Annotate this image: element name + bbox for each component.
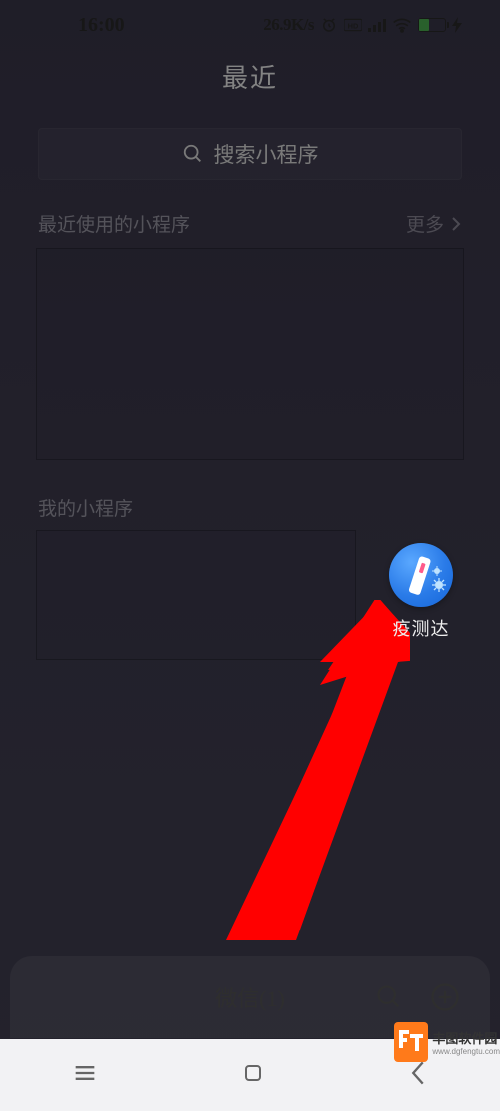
signal-icon (368, 18, 386, 32)
watermark: 丰图软件园 www.dgfengtu.com (394, 1013, 500, 1071)
mine-box (36, 530, 356, 660)
watermark-text: 丰图软件园 www.dgfengtu.com (432, 1028, 500, 1056)
alarm-icon (320, 16, 338, 34)
section-recent-label: 最近使用的小程序 (38, 210, 190, 237)
chevron-right-icon (450, 216, 462, 232)
bolt-icon (452, 17, 462, 33)
section-mine-header: 我的小程序 (38, 494, 462, 521)
more-link[interactable]: 更多 (406, 210, 462, 237)
watermark-brand: 丰图软件园 (432, 1028, 500, 1047)
status-right: 26.9K/s HD (263, 15, 462, 35)
nav-menu[interactable] (71, 1059, 99, 1092)
watermark-url: www.dgfengtu.com (432, 1047, 500, 1056)
svg-text:HD: HD (348, 21, 359, 30)
section-recent-header: 最近使用的小程序 更多 (38, 210, 462, 237)
mini-program-icon (389, 543, 453, 607)
square-icon (241, 1061, 265, 1085)
page-title: 最近 (0, 58, 500, 95)
search-label: 搜索小程序 (214, 139, 319, 169)
battery-icon (418, 18, 446, 32)
add-action[interactable] (428, 980, 462, 1014)
chat-tab-actions (372, 980, 462, 1014)
chat-tab-label: 微信(1) (215, 981, 285, 1013)
nav-home[interactable] (241, 1061, 265, 1090)
search-action[interactable] (372, 980, 406, 1014)
wifi-icon (392, 17, 412, 33)
more-label: 更多 (406, 210, 444, 237)
mini-program-yiceda[interactable]: 疫测达 (386, 543, 456, 641)
status-bar: 16:00 26.9K/s HD (0, 0, 500, 50)
mini-program-label: 疫测达 (393, 615, 450, 641)
recent-box (36, 248, 464, 460)
hd-icon: HD (344, 18, 362, 32)
section-mine-label: 我的小程序 (38, 494, 133, 521)
search-icon (375, 983, 403, 1011)
menu-icon (71, 1059, 99, 1087)
watermark-logo-icon (394, 1022, 428, 1062)
search-bar[interactable]: 搜索小程序 (38, 128, 462, 180)
plus-circle-icon (430, 982, 460, 1012)
status-time: 16:00 (78, 14, 125, 37)
search-icon (182, 143, 204, 165)
status-speed: 26.9K/s (263, 15, 314, 35)
